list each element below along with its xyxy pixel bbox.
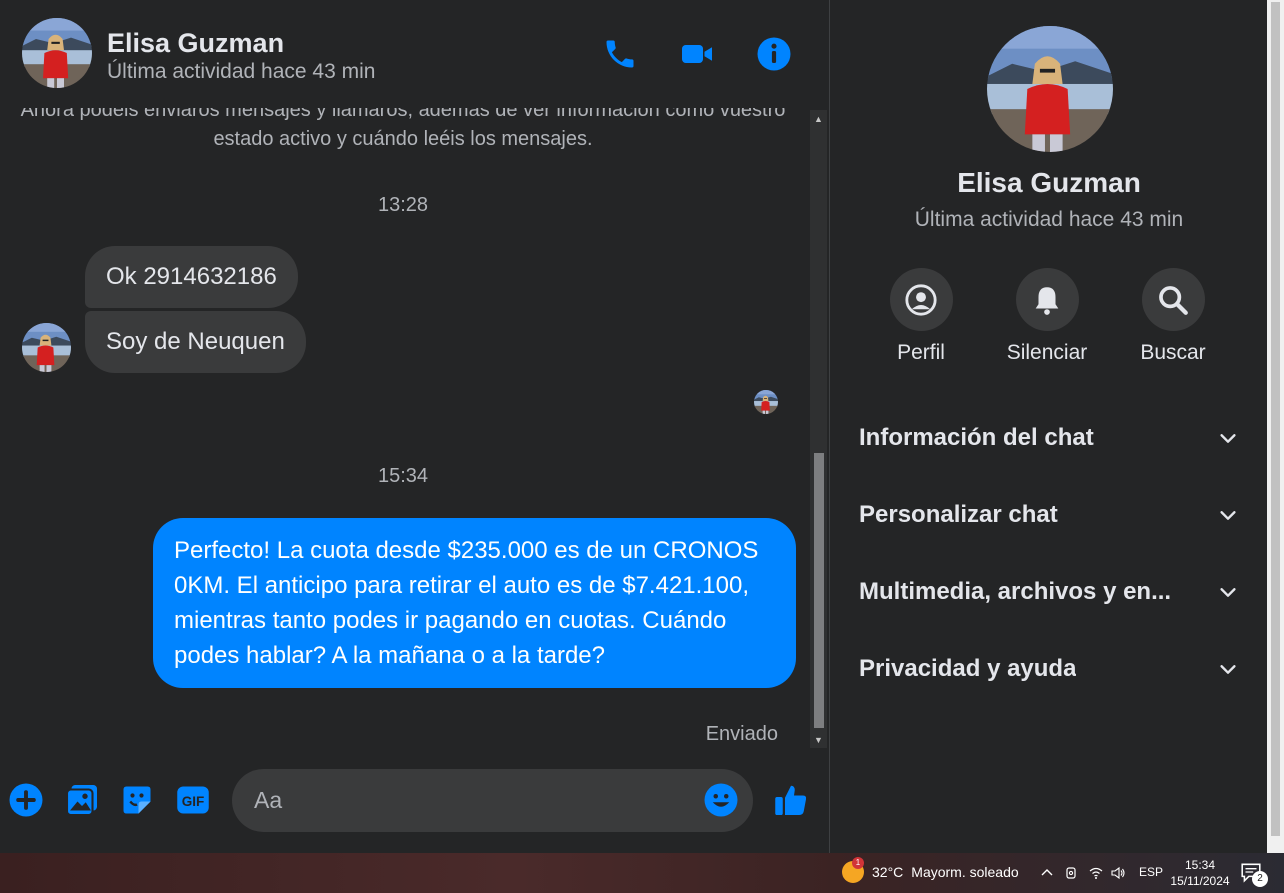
more-actions-button[interactable] bbox=[6, 780, 46, 820]
system-clock[interactable]: 15:34 15/11/2024 bbox=[1170, 857, 1230, 889]
voice-call-button[interactable] bbox=[600, 34, 640, 74]
plus-icon bbox=[9, 783, 43, 817]
scroll-down-arrow[interactable]: ▼ bbox=[810, 731, 827, 748]
incoming-message[interactable]: Ok 2914632186 bbox=[85, 246, 298, 308]
weather-widget[interactable]: 1 32°C Mayorm. soleado bbox=[842, 857, 1019, 883]
scroll-up-arrow[interactable]: ▲ bbox=[810, 110, 827, 127]
section-label: Personalizar chat bbox=[859, 501, 1058, 528]
timestamp-separator: 13:28 bbox=[377, 194, 429, 216]
video-camera-icon bbox=[682, 45, 712, 63]
camera-icon[interactable] bbox=[1061, 863, 1081, 883]
clock-time: 15:34 bbox=[1184, 858, 1216, 872]
profile-icon bbox=[905, 283, 937, 316]
section-media-files[interactable]: Multimedia, archivos y en... bbox=[859, 568, 1239, 616]
temperature: 32°C bbox=[872, 864, 904, 880]
window-scrollbar[interactable] bbox=[1267, 0, 1284, 853]
contact-name[interactable]: Elisa Guzman bbox=[107, 28, 284, 59]
section-label: Multimedia, archivos y en... bbox=[859, 578, 1172, 605]
language-indicator[interactable]: ESP bbox=[1139, 865, 1163, 879]
message-scrollbar[interactable]: ▲ ▼ bbox=[810, 110, 827, 748]
section-customize-chat[interactable]: Personalizar chat bbox=[859, 491, 1239, 539]
chat-panel: Elisa Guzman Última actividad hace 43 mi… bbox=[0, 0, 829, 853]
sun-icon: 1 bbox=[842, 857, 864, 883]
photo-icon bbox=[65, 785, 97, 817]
conversation-details-panel: Elisa Guzman Última actividad hace 43 mi… bbox=[829, 0, 1267, 853]
chevron-down-icon bbox=[1217, 427, 1239, 449]
timestamp-separator: 15:34 bbox=[377, 465, 429, 487]
chat-header: Elisa Guzman Última actividad hace 43 mi… bbox=[0, 0, 829, 108]
gif-icon: GIF bbox=[177, 786, 209, 814]
chevron-down-icon bbox=[1217, 581, 1239, 603]
gif-button[interactable]: GIF bbox=[173, 780, 213, 820]
weather-description: Mayorm. soleado bbox=[911, 864, 1019, 880]
contact-avatar[interactable] bbox=[22, 18, 92, 88]
profile-avatar[interactable] bbox=[987, 26, 1113, 152]
section-privacy-help[interactable]: Privacidad y ayuda bbox=[859, 645, 1239, 693]
profile-name: Elisa Guzman bbox=[957, 167, 1141, 198]
composer: GIF bbox=[0, 760, 829, 842]
chevron-down-icon bbox=[1217, 658, 1239, 680]
send-like-button[interactable] bbox=[771, 780, 811, 820]
clock-date: 15/11/2024 bbox=[1170, 874, 1230, 888]
phone-icon bbox=[606, 40, 634, 68]
bell-icon bbox=[1035, 286, 1059, 315]
profile-status: Última actividad hace 43 min bbox=[914, 208, 1184, 231]
search-icon bbox=[1159, 285, 1188, 315]
video-call-button[interactable] bbox=[677, 34, 717, 74]
message-input[interactable] bbox=[232, 769, 753, 832]
notifications-button[interactable]: 2 bbox=[1240, 861, 1268, 887]
window-scroll-thumb[interactable] bbox=[1271, 2, 1280, 836]
profile-button[interactable]: Perfil bbox=[871, 268, 971, 365]
chevron-up-icon[interactable] bbox=[1037, 863, 1057, 883]
section-chat-info[interactable]: Información del chat bbox=[859, 414, 1239, 462]
volume-icon[interactable] bbox=[1108, 863, 1128, 883]
chevron-down-icon bbox=[1217, 504, 1239, 526]
sticker-button[interactable] bbox=[117, 780, 157, 820]
read-receipt-avatar bbox=[754, 390, 778, 414]
attach-photo-button[interactable] bbox=[62, 780, 102, 820]
search-button[interactable]: Buscar bbox=[1123, 268, 1223, 365]
incoming-message[interactable]: Soy de Neuquen bbox=[85, 311, 306, 373]
conversation-notice: Ahora podéis enviaros mensajes y llamaro… bbox=[20, 108, 786, 150]
sender-avatar[interactable] bbox=[22, 323, 71, 372]
search-label: Buscar bbox=[1140, 341, 1206, 364]
conversation-info-button[interactable] bbox=[754, 34, 794, 74]
profile-label: Perfil bbox=[897, 341, 945, 364]
mute-button[interactable]: Silenciar bbox=[997, 268, 1097, 365]
section-label: Privacidad y ayuda bbox=[859, 655, 1077, 682]
notification-count: 2 bbox=[1252, 871, 1268, 887]
like-icon bbox=[775, 785, 807, 815]
svg-text:GIF: GIF bbox=[182, 794, 205, 809]
emoji-button[interactable] bbox=[701, 780, 741, 820]
emoji-icon bbox=[704, 783, 738, 817]
scroll-thumb[interactable] bbox=[814, 453, 824, 728]
wifi-icon[interactable] bbox=[1086, 863, 1106, 883]
taskbar: 1 32°C Mayorm. soleado ESP 15:34 15/11/2… bbox=[0, 853, 1284, 893]
section-label: Información del chat bbox=[859, 424, 1094, 451]
info-icon bbox=[757, 37, 791, 71]
mute-label: Silenciar bbox=[1006, 341, 1088, 364]
weather-badge: 1 bbox=[852, 857, 864, 869]
message-list[interactable]: Ahora podéis enviaros mensajes y llamaro… bbox=[0, 108, 812, 748]
contact-status: Última actividad hace 43 min bbox=[107, 60, 376, 83]
sent-status: Enviado bbox=[705, 723, 778, 745]
sticker-icon bbox=[123, 786, 151, 814]
outgoing-message[interactable]: Perfecto! La cuota desde $235.000 es de … bbox=[153, 518, 796, 688]
